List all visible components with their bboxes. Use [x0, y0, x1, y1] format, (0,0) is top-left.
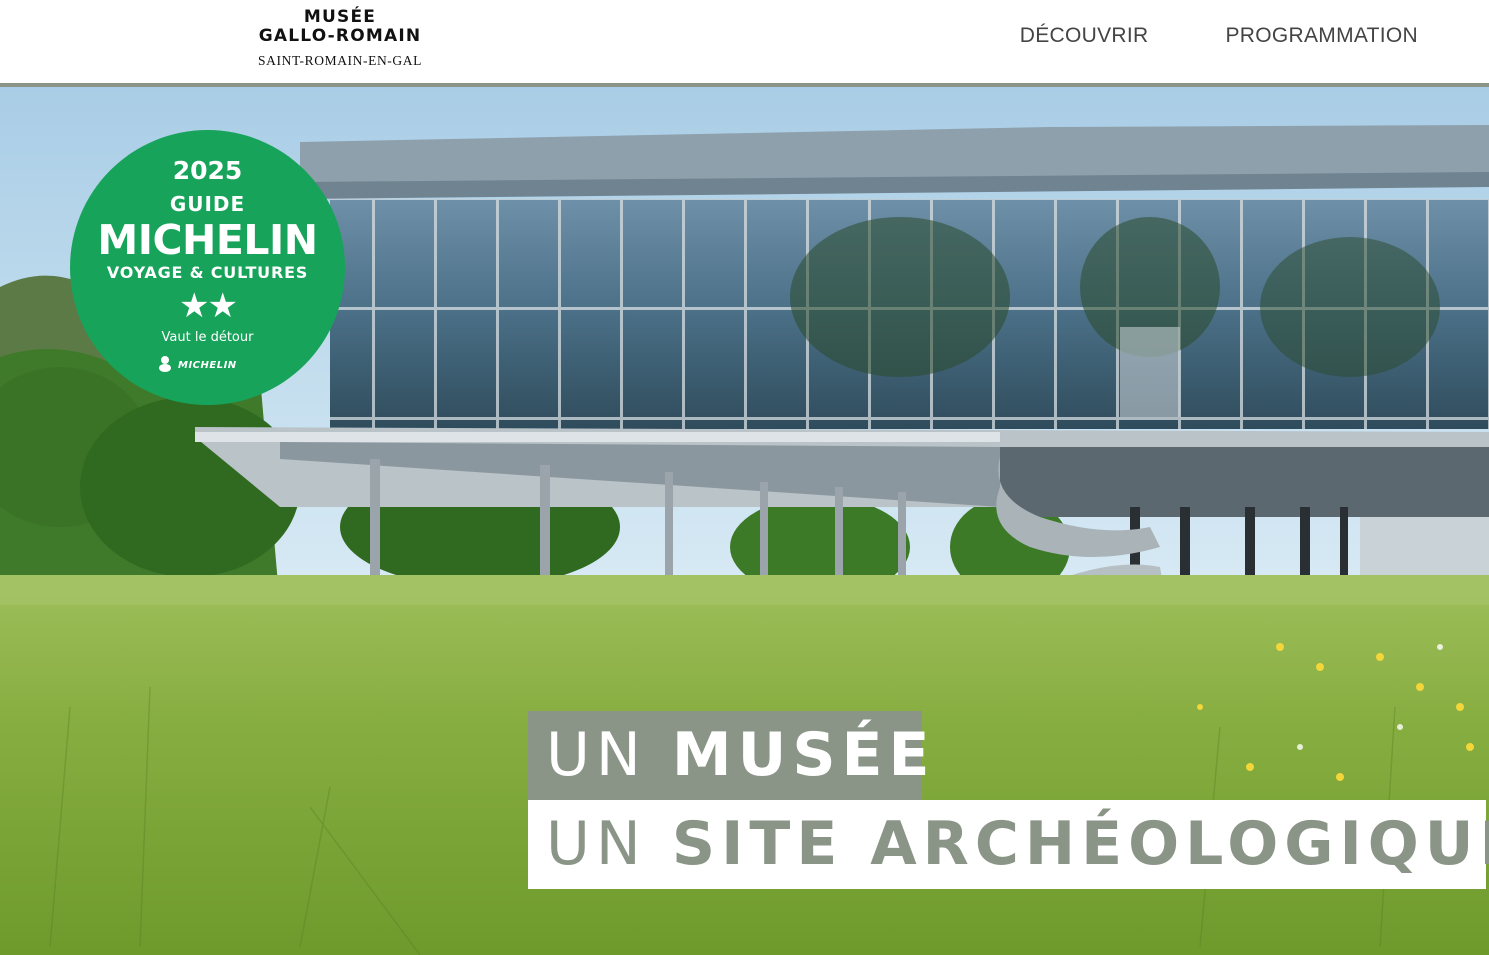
nav-item-programmation[interactable]: PROGRAMMATION [1225, 24, 1418, 48]
badge-year: 2025 [172, 156, 243, 185]
badge-footer-brand: MICHELIN [178, 360, 237, 371]
hero-title-2-bold: SITE ARCHÉOLOGIQUE [671, 809, 1489, 879]
michelin-guide-badge: 2025 GUIDE MICHELIN VOYAGE & CULTURES ★★… [70, 130, 345, 405]
badge-brand: MICHELIN [97, 216, 318, 264]
hero-title-1-light: UN [546, 720, 647, 790]
hero-title-line-2: UN SITE ARCHÉOLOGIQUE [528, 800, 1489, 889]
main-nav: DÉCOUVRIR PROGRAMMATION [1020, 24, 1418, 48]
logo-line-gallo-romain: GALLO-ROMAIN [258, 26, 422, 46]
logo-line-musee: MUSÉE [303, 7, 377, 27]
hero-banner: 2025 GUIDE MICHELIN VOYAGE & CULTURES ★★… [0, 87, 1489, 955]
michelin-man-icon [159, 356, 171, 372]
site-header: MUSÉE GALLO-ROMAIN SAINT-ROMAIN-EN-GAL D… [0, 0, 1489, 87]
logo-line-location: SAINT-ROMAIN-EN-GAL [258, 53, 422, 68]
nav-item-decouvrir[interactable]: DÉCOUVRIR [1020, 24, 1149, 48]
hero-title-2-light: UN [546, 809, 647, 879]
badge-stars-icon: ★★ [179, 286, 238, 326]
hero-title-1-bold: MUSÉE [671, 720, 936, 790]
badge-guide-label: GUIDE [169, 192, 246, 216]
museum-logo-link[interactable]: MUSÉE GALLO-ROMAIN SAINT-ROMAIN-EN-GAL [250, 8, 430, 68]
badge-subtitle: VOYAGE & CULTURES [106, 263, 309, 282]
badge-rating-text: Vaut le détour [161, 330, 254, 345]
hero-title-line-1: UN MUSÉE [528, 711, 930, 800]
